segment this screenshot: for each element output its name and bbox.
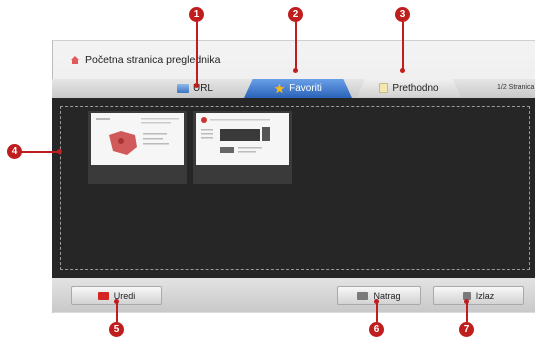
- favorite-thumbnail[interactable]: [88, 111, 187, 184]
- home-icon: [71, 56, 79, 64]
- callout-anchor-dot: [400, 68, 405, 73]
- callout-anchor-dot: [194, 83, 199, 88]
- back-button[interactable]: Natrag: [337, 286, 421, 305]
- callout-7: 7: [459, 322, 474, 337]
- callout-3: 3: [395, 7, 410, 22]
- callout-4: 4: [7, 144, 22, 159]
- callout-5: 5: [109, 322, 124, 337]
- back-icon: [357, 291, 369, 300]
- tab-favorites[interactable]: Favoriti: [244, 79, 352, 98]
- callout-1: 1: [189, 7, 204, 22]
- favorite-thumbnail[interactable]: [193, 111, 292, 184]
- thumbnail-preview: [196, 113, 289, 165]
- callout-leader-line: [295, 18, 297, 70]
- callout-anchor-dot: [57, 149, 62, 154]
- page-indicator: 1/2 Stranica: [497, 84, 535, 91]
- callout-anchor-dot: [293, 68, 298, 73]
- thumbnail-preview: [91, 113, 184, 165]
- url-icon: [176, 83, 189, 93]
- webpage-preview-icon: [201, 117, 270, 153]
- tab-history-label: Prethodno: [392, 82, 439, 94]
- callout-anchor-dot: [374, 299, 379, 304]
- star-icon: [274, 83, 285, 94]
- exit-button[interactable]: Izlaz: [433, 286, 524, 305]
- callout-leader-line: [20, 151, 60, 153]
- history-icon: [379, 83, 389, 93]
- callout-anchor-dot: [464, 299, 469, 304]
- callout-leader-line: [196, 18, 198, 85]
- tab-favorites-label: Favoriti: [289, 83, 322, 94]
- red-key-icon: [97, 291, 109, 300]
- callout-6: 6: [369, 322, 384, 337]
- webpage-preview-icon: [96, 118, 179, 155]
- tab-history[interactable]: Prethodno: [357, 79, 461, 97]
- callout-anchor-dot: [114, 299, 119, 304]
- tab-url[interactable]: URL: [150, 79, 240, 97]
- home-title: Početna stranica preglednika: [85, 54, 221, 66]
- exit-button-label: Izlaz: [475, 290, 495, 301]
- callout-leader-line: [402, 18, 404, 70]
- callout-2: 2: [288, 7, 303, 22]
